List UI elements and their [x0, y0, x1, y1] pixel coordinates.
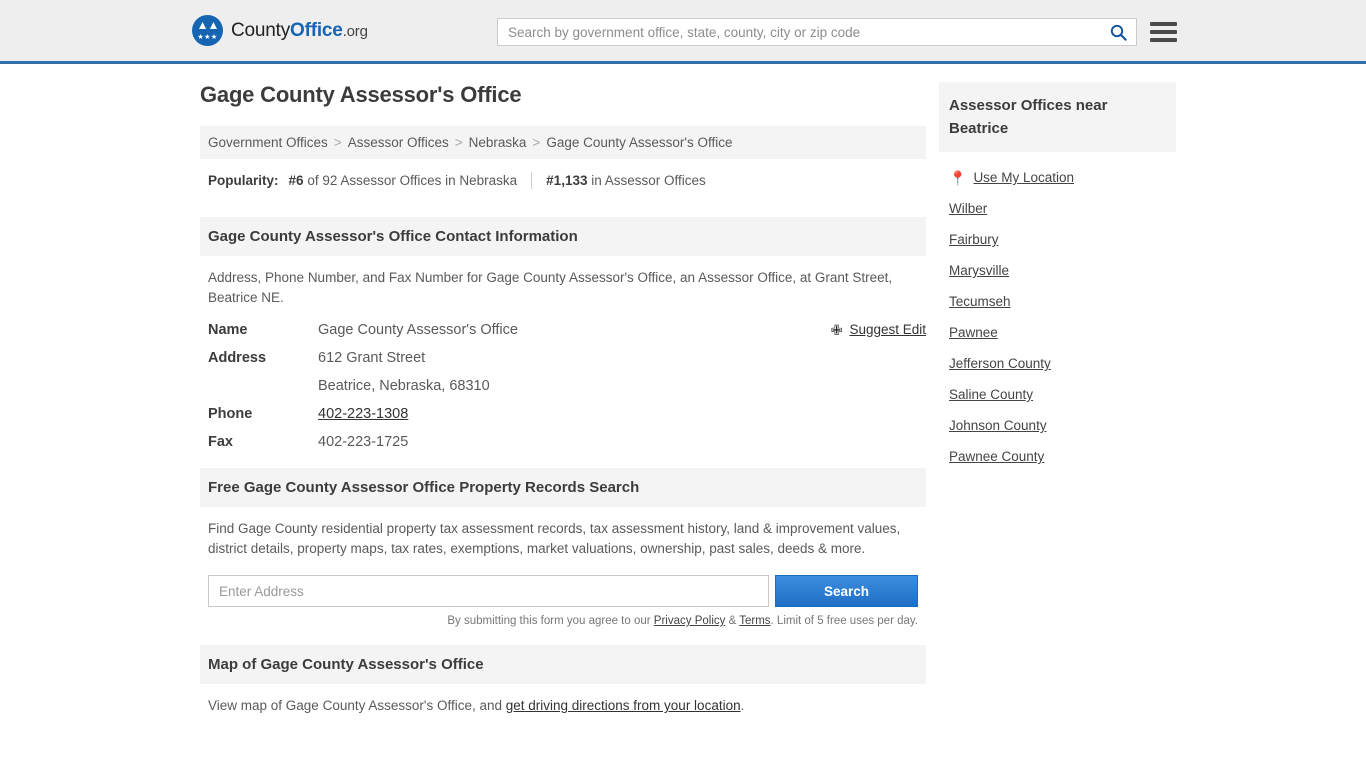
contact-row-name: Name Gage County Assessor's Office [208, 322, 918, 338]
sidebar-link-wilber[interactable]: Wilber [949, 201, 987, 216]
map-text-suffix: . [740, 698, 745, 713]
header-search-input[interactable] [498, 19, 1100, 45]
sidebar-nearby-list: 📍 Use My Location Wilber Fairbury Marysv… [939, 152, 1176, 472]
contact-section-heading: Gage County Assessor's Office Contact In… [200, 217, 926, 256]
popularity-row: Popularity: #6 of 92 Assessor Offices in… [200, 159, 926, 199]
contact-key-phone: Phone [208, 406, 253, 422]
page-title: Gage County Assessor's Office [200, 82, 522, 107]
hamburger-menu-icon[interactable] [1150, 20, 1177, 44]
contact-value-street: 612 Grant Street [318, 350, 426, 366]
contact-value-phone: 402-223-1308 [318, 406, 408, 422]
records-search-heading: Free Gage County Assessor Office Propert… [200, 468, 926, 507]
privacy-policy-link[interactable]: Privacy Policy [654, 615, 726, 627]
address-search-input[interactable] [208, 575, 769, 607]
contact-details-table: ✙ Suggest Edit Name Gage County Assessor… [200, 322, 926, 450]
sidebar-heading: Assessor Offices near Beatrice [939, 82, 1176, 152]
countyoffice-logo-icon: ▲▲ ★★★ [192, 15, 223, 46]
sidebar-item-wilber[interactable]: Wilber [949, 193, 1166, 224]
sidebar-link-jefferson-county[interactable]: Jefferson County [949, 356, 1051, 371]
main-content-column: Gage County Assessor's Office Government… [200, 82, 926, 716]
contact-key-fax: Fax [208, 434, 233, 450]
sidebar-link-marysville[interactable]: Marysville [949, 263, 1009, 278]
sidebar-item-saline-county[interactable]: Saline County [949, 379, 1166, 410]
hamburger-bar-2 [1150, 30, 1177, 34]
suggest-edit-link[interactable]: ✙ Suggest Edit [831, 322, 926, 337]
phone-link[interactable]: 402-223-1308 [318, 406, 408, 422]
breadcrumb-item-assessor-offices[interactable]: Assessor Offices [348, 135, 449, 150]
header-search-bar [497, 18, 1137, 46]
popularity-state-text: of 92 Assessor Offices in Nebraska [307, 173, 518, 188]
contact-value-name: Gage County Assessor's Office [318, 322, 518, 338]
property-records-search-form: Search [200, 575, 926, 607]
contact-row-city-state-zip: Beatrice, Nebraska, 68310 [208, 378, 918, 394]
map-pin-icon: 📍 [949, 169, 967, 186]
header-search-button[interactable] [1100, 19, 1136, 45]
sidebar-link-pawnee-county[interactable]: Pawnee County [949, 449, 1044, 464]
sidebar-item-pawnee[interactable]: Pawnee [949, 317, 1166, 348]
brand-wordmark: CountyOffice.org [231, 20, 368, 42]
page-body: Gage County Assessor's Office Government… [0, 64, 1366, 716]
sidebar-link-pawnee[interactable]: Pawnee [949, 325, 998, 340]
property-search-button[interactable]: Search [775, 575, 918, 607]
sidebar-item-tecumseh[interactable]: Tecumseh [949, 286, 1166, 317]
sidebar-item-jefferson-county[interactable]: Jefferson County [949, 348, 1166, 379]
site-header: ▲▲ ★★★ CountyOffice.org [0, 0, 1366, 64]
disclaimer-amp: & [725, 615, 740, 627]
site-logo-link[interactable]: ▲▲ ★★★ CountyOffice.org [192, 15, 368, 46]
contact-key-address: Address [208, 350, 267, 366]
disclaimer-prefix: By submitting this form you agree to our [447, 615, 654, 627]
brand-text-county: County [231, 19, 291, 41]
edit-pencil-icon: ✙ [830, 321, 843, 338]
sidebar-item-fairbury[interactable]: Fairbury [949, 224, 1166, 255]
driving-directions-link[interactable]: get driving directions from your locatio… [506, 698, 741, 713]
sidebar-item-johnson-county[interactable]: Johnson County [949, 410, 1166, 441]
sidebar-link-tecumseh[interactable]: Tecumseh [949, 294, 1011, 309]
contact-value-city-state-zip: Beatrice, Nebraska, 68310 [318, 378, 490, 394]
contact-row-address: Address 612 Grant Street [208, 350, 918, 366]
breadcrumb-item-government-offices[interactable]: Government Offices [208, 135, 328, 150]
popularity-divider [531, 172, 533, 189]
sidebar-link-saline-county[interactable]: Saline County [949, 387, 1033, 402]
suggest-edit-label: Suggest Edit [849, 322, 926, 337]
search-icon [1110, 24, 1127, 41]
sidebar-item-pawnee-county[interactable]: Pawnee County [949, 441, 1166, 472]
map-section-description: View map of Gage County Assessor's Offic… [200, 684, 926, 716]
breadcrumb-item-nebraska[interactable]: Nebraska [469, 135, 527, 150]
popularity-national-rank: #1,133 [546, 173, 588, 188]
disclaimer-suffix: . Limit of 5 free uses per day. [770, 615, 918, 627]
sidebar-item-marysville[interactable]: Marysville [949, 255, 1166, 286]
records-search-description: Find Gage County residential property ta… [208, 521, 901, 556]
sidebar-link-johnson-county[interactable]: Johnson County [949, 418, 1047, 433]
form-disclaimer: By submitting this form you agree to our… [200, 607, 926, 627]
breadcrumb-separator: > [333, 135, 342, 150]
brand-text-office: Office [290, 19, 343, 41]
popularity-state-rank: #6 [288, 173, 304, 188]
breadcrumb: Government Offices > Assessor Offices > Nebr… [200, 126, 926, 159]
map-text-prefix: View map of Gage County Assessor's Offic… [208, 698, 506, 713]
contact-key-name: Name [208, 322, 248, 338]
breadcrumb-item-current: Gage County Assessor's Office [546, 135, 733, 150]
breadcrumb-separator: > [532, 135, 541, 150]
breadcrumb-separator: > [454, 135, 463, 150]
sidebar-item-use-my-location[interactable]: 📍 Use My Location [949, 162, 1166, 193]
popularity-national-text: in Assessor Offices [591, 173, 706, 188]
terms-link[interactable]: Terms [739, 615, 770, 627]
hamburger-bar-1 [1150, 22, 1177, 26]
contact-section-description: Address, Phone Number, and Fax Number fo… [208, 270, 893, 305]
hamburger-bar-3 [1150, 38, 1177, 42]
contact-row-phone: Phone 402-223-1308 [208, 406, 918, 422]
brand-text-tld: .org [342, 22, 368, 40]
map-section-heading: Map of Gage County Assessor's Office [200, 645, 926, 684]
contact-value-fax: 402-223-1725 [318, 434, 409, 450]
sidebar: Assessor Offices near Beatrice 📍 Use My … [939, 82, 1176, 472]
popularity-label: Popularity: [208, 173, 279, 188]
use-my-location-link[interactable]: Use My Location [973, 170, 1074, 185]
sidebar-link-fairbury[interactable]: Fairbury [949, 232, 999, 247]
contact-row-fax: Fax 402-223-1725 [208, 434, 918, 450]
